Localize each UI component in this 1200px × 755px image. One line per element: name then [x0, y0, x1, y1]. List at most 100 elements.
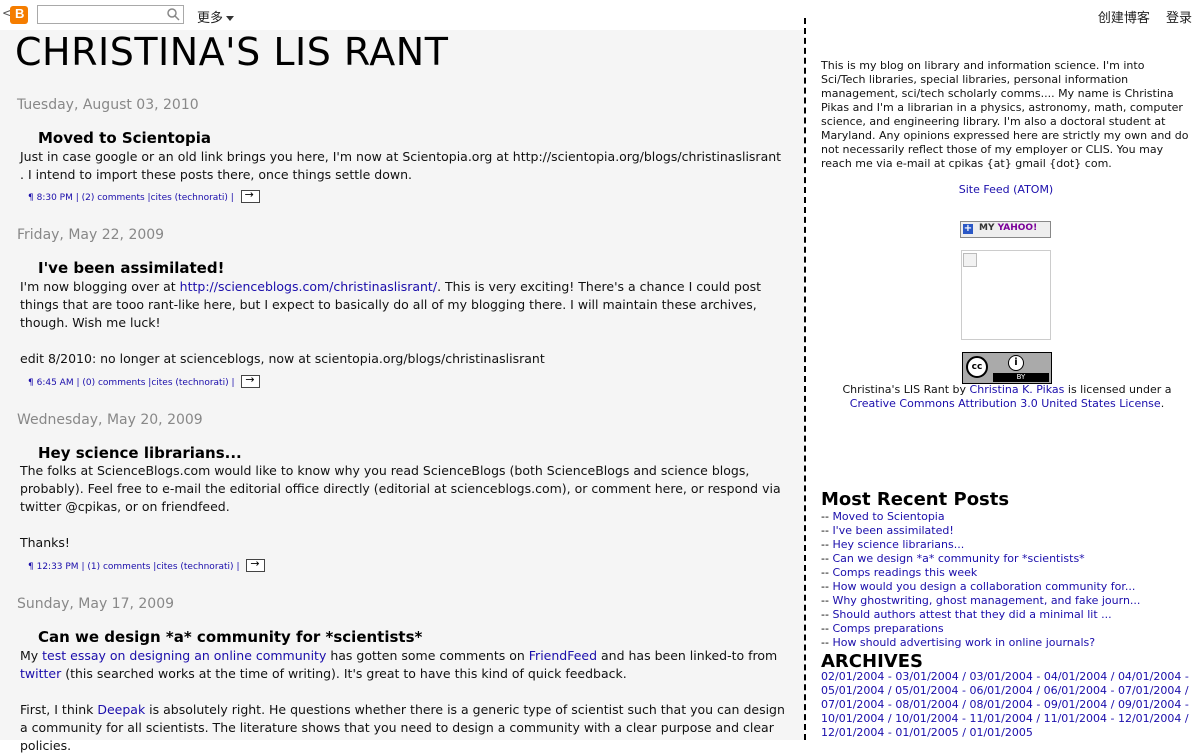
item-prefix: -- [821, 622, 833, 635]
nav-actions: 创建博客 登录 [1086, 7, 1192, 26]
cites-link[interactable]: cites (technorati) [156, 562, 233, 572]
post-title[interactable]: Moved to Scientopia [38, 129, 211, 147]
site-feed-link[interactable]: Site Feed (ATOM) [959, 183, 1053, 196]
archive-link[interactable]: 03/01/2004 - 04/01/2004 [969, 670, 1107, 683]
post-footer: ¶ 12:33 PM | (1) comments |cites (techno… [28, 557, 266, 573]
email-post-icon[interactable] [240, 188, 260, 203]
more-label: 更多 [197, 11, 224, 26]
post-body: The folks at ScienceBlogs.com would like… [20, 462, 785, 552]
post-title[interactable]: Can we design *a* community for *scienti… [38, 628, 422, 646]
recent-post-link[interactable]: Should authors attest that they did a mi… [832, 608, 1111, 621]
archive-separator: / [958, 726, 970, 739]
recent-post-item: -- Should authors attest that they did a… [821, 608, 1140, 622]
cites-link[interactable]: cites (technorati) [151, 193, 228, 203]
recent-post-item: -- Hey science librarians... [821, 538, 1140, 552]
recent-post-link[interactable]: How would you design a collaboration com… [832, 580, 1135, 593]
add-to-my-yahoo-button[interactable]: + MY YAHOO! [960, 221, 1051, 238]
recent-post-link[interactable]: Comps preparations [832, 622, 943, 635]
email-post-icon[interactable] [241, 373, 261, 388]
recent-post-item: -- I've been assimilated! [821, 524, 1140, 538]
blogger-logo-icon[interactable]: < B [2, 3, 30, 27]
post-time-link[interactable]: ¶ 12:33 PM [28, 562, 79, 572]
archive-link[interactable]: 10/01/2004 - 11/01/2004 [895, 712, 1033, 725]
recent-post-item: -- Can we design *a* community for *scie… [821, 552, 1140, 566]
post-paragraph: Thanks! [20, 535, 70, 550]
recent-post-link[interactable]: How should advertising work in online jo… [832, 636, 1095, 649]
recent-post-link[interactable]: Moved to Scientopia [832, 510, 944, 523]
more-menu[interactable]: 更多 [197, 7, 235, 26]
chevron-down-icon [226, 16, 235, 21]
archive-separator: / [1181, 712, 1189, 725]
text: My [20, 648, 43, 663]
post-title[interactable]: I've been assimilated! [38, 259, 224, 277]
blog-title[interactable]: CHRISTINA'S LIS RANT [15, 30, 448, 74]
license-text: Christina's LIS Rant by Christina K. Pik… [821, 383, 1193, 411]
search-box[interactable] [37, 5, 184, 27]
post-title[interactable]: Hey science librarians... [38, 444, 242, 462]
recent-post-link[interactable]: Hey science librarians... [832, 538, 964, 551]
item-prefix: -- [821, 510, 833, 523]
author-link[interactable]: Christina K. Pikas [970, 383, 1065, 396]
recent-post-item: -- Comps readings this week [821, 566, 1140, 580]
text: I'm now blogging over at [20, 279, 180, 294]
recent-post-link[interactable]: Why ghostwriting, ghost management, and … [832, 594, 1140, 607]
archive-separator: / [958, 698, 970, 711]
archive-link[interactable]: 12/01/2004 - 01/01/2005 [821, 726, 959, 739]
deepak-link[interactable]: Deepak [97, 702, 145, 717]
comments-link[interactable]: (0) comments [82, 378, 145, 388]
search-icon[interactable] [166, 7, 180, 21]
archive-link[interactable]: 02/01/2004 - 03/01/2004 [821, 670, 959, 683]
search-input[interactable] [40, 9, 162, 27]
yahoo-label: MY YAHOO! [979, 223, 1037, 233]
archive-link[interactable]: 08/01/2004 - 09/01/2004 [969, 698, 1107, 711]
post-footer: ¶ 6:45 AM | (0) comments |cites (technor… [28, 373, 261, 389]
license-link[interactable]: Creative Commons Attribution 3.0 United … [850, 397, 1161, 410]
recent-post-link[interactable]: I've been assimilated! [832, 524, 953, 537]
item-prefix: -- [821, 552, 833, 565]
creative-commons-badge[interactable]: cc i BY [962, 352, 1052, 384]
post-paragraph: My test essay on designing an online com… [20, 647, 785, 683]
create-blog-link[interactable]: 创建博客 [1098, 11, 1150, 26]
recent-post-link[interactable]: Can we design *a* community for *scienti… [832, 552, 1084, 565]
blogger-navbar: < B 更多 创建博客 登录 [0, 0, 1200, 30]
archive-link[interactable]: 01/01/2005 [969, 726, 1032, 739]
item-prefix: -- [821, 594, 833, 607]
recent-post-link[interactable]: Comps readings this week [832, 566, 977, 579]
recent-posts-list: -- Moved to Scientopia -- I've been assim… [821, 510, 1140, 650]
plus-icon: + [963, 223, 973, 234]
recent-post-item: -- Comps preparations [821, 622, 1140, 636]
comments-link[interactable]: (2) comments [82, 193, 145, 203]
broken-image-icon [963, 253, 977, 267]
item-prefix: -- [821, 538, 833, 551]
item-prefix: -- [821, 636, 833, 649]
item-prefix: -- [821, 608, 833, 621]
twitter-link[interactable]: twitter [20, 666, 61, 681]
post-time-link[interactable]: ¶ 8:30 PM [28, 193, 73, 203]
item-prefix: -- [821, 524, 833, 537]
yahoo-brand: YAHOO! [997, 223, 1038, 233]
attribution-icon: i [1008, 355, 1024, 371]
post-date: Wednesday, May 20, 2009 [17, 412, 203, 428]
archive-link[interactable]: 11/01/2004 - 12/01/2004 [1044, 712, 1182, 725]
post-body: I'm now blogging over at http://scienceb… [20, 278, 785, 368]
login-link[interactable]: 登录 [1166, 11, 1192, 26]
text: Christina's LIS Rant [842, 383, 950, 396]
comments-link[interactable]: (1) comments [87, 562, 150, 572]
archive-link[interactable]: 05/01/2004 - 06/01/2004 [895, 684, 1033, 697]
scienceblogs-link[interactable]: http://scienceblogs.com/christinaslisran… [180, 279, 437, 294]
text: by [949, 383, 970, 396]
post-paragraph: The folks at ScienceBlogs.com would like… [20, 463, 781, 514]
broken-image [961, 250, 1051, 340]
post-date: Friday, May 22, 2009 [17, 227, 165, 243]
archive-link[interactable]: 07/01/2004 - 08/01/2004 [821, 698, 959, 711]
post-paragraph: Just in case google or an old link bring… [20, 149, 782, 182]
cites-link[interactable]: cites (technorati) [151, 378, 228, 388]
essay-link[interactable]: test essay on designing an online commun… [42, 648, 326, 663]
archives-list: 02/01/2004 - 03/01/2004 / 03/01/2004 - 0… [821, 670, 1193, 740]
friendfeed-link[interactable]: FriendFeed [529, 648, 597, 663]
email-post-icon[interactable] [246, 557, 266, 572]
site-feed-container: Site Feed (ATOM) [821, 183, 1191, 197]
archive-link[interactable]: 06/01/2004 - 07/01/2004 [1044, 684, 1182, 697]
post-paragraph: edit 8/2010: no longer at scienceblogs, … [20, 351, 545, 366]
post-time-link[interactable]: ¶ 6:45 AM [28, 378, 74, 388]
